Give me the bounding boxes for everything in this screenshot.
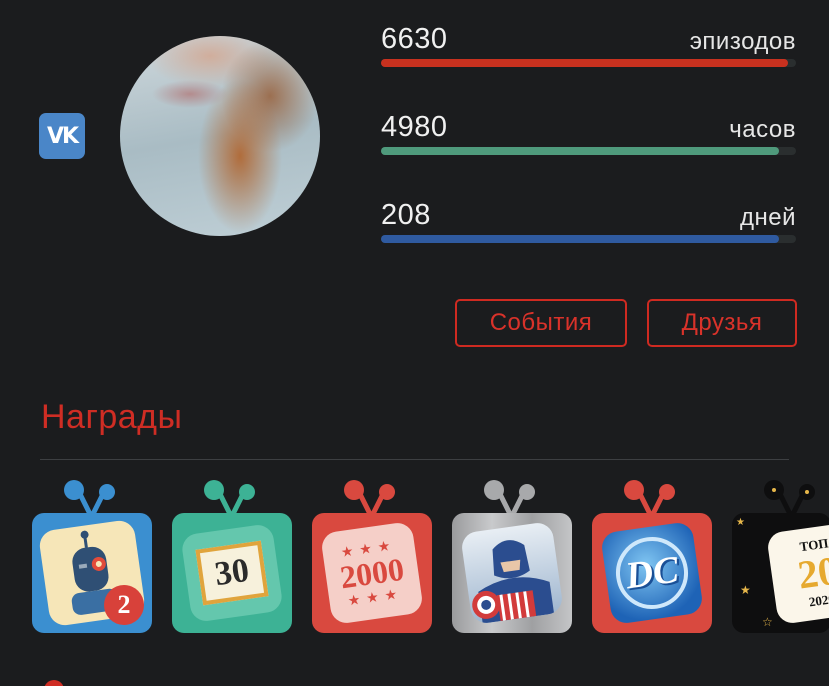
- stat-hours-value: 4980: [381, 111, 448, 143]
- tv-antenna-icon: [624, 480, 675, 517]
- hours-progress-bar: [381, 147, 796, 155]
- award-30[interactable]: 30: [170, 478, 292, 636]
- stat-hours: 4980 часов: [381, 110, 796, 155]
- stat-days-unit: дней: [739, 204, 796, 231]
- captain-america-award-icon: [452, 513, 572, 633]
- awards-title: Награды: [41, 398, 183, 436]
- days-progress-bar: [381, 235, 796, 243]
- award-count-badge: 2: [104, 585, 144, 625]
- episodes-progress-bar: [381, 59, 796, 67]
- calendar-30-award-icon: 30: [172, 513, 292, 633]
- stat-hours-unit: часов: [729, 116, 796, 143]
- star-icon: ★: [740, 583, 751, 597]
- stat-days: 208 дней: [381, 198, 796, 243]
- tv-antenna-icon: [204, 480, 255, 517]
- progress-fill: [381, 235, 780, 243]
- vk-icon[interactable]: VK: [39, 113, 85, 159]
- stat-episodes: 6630 эпизодов: [381, 22, 796, 67]
- award-30-label: 30: [195, 540, 269, 606]
- star-icon: ★: [736, 517, 745, 528]
- award-2000[interactable]: ★★★ 2000 ★★★: [310, 478, 432, 636]
- dc-award-icon: DC: [592, 513, 712, 633]
- award-robot[interactable]: 2: [30, 478, 152, 636]
- events-button[interactable]: События: [455, 299, 627, 347]
- 2000-award-icon: ★★★ 2000 ★★★: [312, 513, 432, 633]
- award-top-20[interactable]: ★ ★ ☆ ТОП 20 2020: [730, 478, 829, 636]
- tv-antenna-icon: [484, 480, 535, 517]
- award-dc[interactable]: DC: [590, 478, 712, 636]
- section-marker: [44, 680, 64, 686]
- tv-antenna-icon: [344, 480, 395, 517]
- top-number-label: 20: [794, 547, 829, 598]
- divider: [40, 459, 789, 460]
- top-year-label: 2020: [807, 590, 829, 610]
- stat-days-value: 208: [381, 199, 431, 231]
- progress-fill: [381, 147, 780, 155]
- avatar[interactable]: [120, 36, 320, 236]
- tv-antenna-icon: [64, 480, 115, 517]
- top-20-2020-award-icon: ★ ★ ☆ ТОП 20 2020: [732, 513, 829, 633]
- tv-antenna-icon: [764, 480, 815, 517]
- progress-fill: [381, 59, 788, 67]
- stat-episodes-unit: эпизодов: [689, 28, 796, 55]
- friends-button[interactable]: Друзья: [647, 299, 797, 347]
- robot-award-icon: 2: [32, 513, 152, 633]
- award-captain-america[interactable]: [450, 478, 572, 636]
- star-icon: ☆: [762, 615, 773, 629]
- dc-logo-label: DC: [611, 532, 693, 614]
- stat-episodes-value: 6630: [381, 23, 448, 55]
